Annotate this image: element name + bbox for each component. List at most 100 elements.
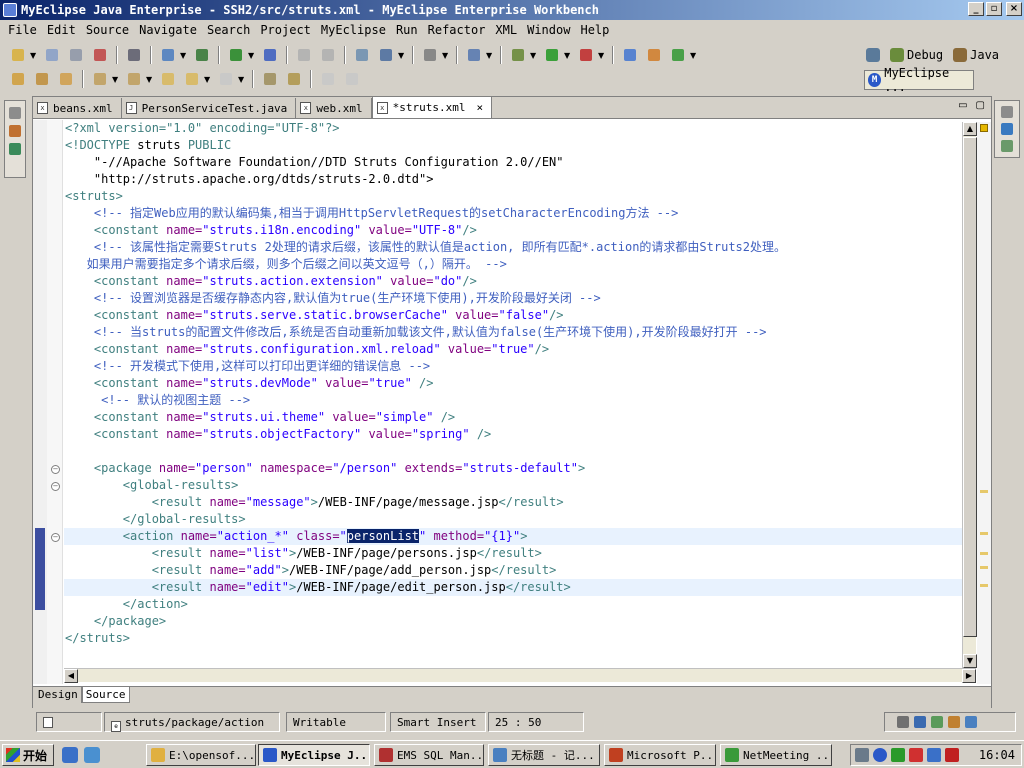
menu-source[interactable]: Source	[81, 23, 134, 37]
network-icon[interactable]	[891, 748, 905, 762]
run-external-icon[interactable]	[577, 46, 595, 64]
pin-editor-icon[interactable]	[261, 70, 279, 88]
minimize-button[interactable]: _	[968, 2, 984, 16]
fold-toggle-icon[interactable]: −	[51, 482, 60, 491]
taskbar-item-powerpoint[interactable]: Microsoft P...	[604, 744, 716, 766]
open-resource-icon[interactable]	[57, 70, 75, 88]
chevron-down-icon[interactable]: ▼	[112, 75, 118, 84]
menu-myeclipse[interactable]: MyEclipse	[316, 23, 391, 37]
open-type-icon[interactable]	[91, 46, 109, 64]
tab-design[interactable]: Design	[35, 687, 82, 703]
open-folder-icon[interactable]	[9, 70, 27, 88]
run-icon[interactable]	[543, 46, 561, 64]
chevron-down-icon[interactable]: ▼	[146, 75, 152, 84]
menu-xml[interactable]: XML	[490, 23, 522, 37]
perspective-myeclipse[interactable]: M MyEclipse ...	[864, 66, 974, 94]
perspective-java[interactable]: Java	[953, 48, 999, 62]
copy-icon[interactable]	[319, 46, 337, 64]
chevron-down-icon[interactable]: ▼	[30, 51, 36, 60]
show-desktop-icon[interactable]	[84, 747, 100, 763]
taskbar-item-netmeeting[interactable]: NetMeeting ...	[720, 744, 832, 766]
chevron-down-icon[interactable]: ▼	[238, 75, 244, 84]
run-server-icon[interactable]	[227, 46, 245, 64]
toggle-mark-icon[interactable]	[285, 70, 303, 88]
scrollbar-thumb[interactable]	[963, 137, 977, 637]
scroll-left-icon[interactable]: ◀	[64, 669, 78, 683]
chevron-down-icon[interactable]: ▼	[530, 51, 536, 60]
warning-summary-icon[interactable]	[980, 124, 988, 132]
code-lines[interactable]: <?xml version="1.0" encoding="UTF-8"?> <…	[64, 120, 962, 684]
occurrence-marker[interactable]	[980, 552, 988, 555]
chevron-down-icon[interactable]: ▼	[248, 51, 254, 60]
close-button[interactable]: ×	[1006, 2, 1022, 16]
tasks-view-icon[interactable]	[965, 716, 977, 728]
taskbar-item-myeclipse[interactable]: MyEclipse J...	[258, 744, 370, 766]
tab-beans-xml[interactable]: x beans.xml	[33, 98, 122, 118]
menu-window[interactable]: Window	[522, 23, 575, 37]
menu-run[interactable]: Run	[391, 23, 423, 37]
menu-navigate[interactable]: Navigate	[134, 23, 202, 37]
fast-view-icon[interactable]	[43, 717, 53, 728]
taskbar-item-notepad[interactable]: 无标题 - 记...	[488, 744, 600, 766]
tab-struts-xml[interactable]: x *struts.xml ×	[371, 96, 493, 118]
internet-explorer-icon[interactable]	[62, 747, 78, 763]
servers-view-icon[interactable]	[931, 716, 943, 728]
new-java-project-icon[interactable]	[621, 46, 639, 64]
open-perspective-icon[interactable]	[866, 48, 880, 62]
app-tray-icon[interactable]	[945, 748, 959, 762]
save-all-icon[interactable]	[67, 46, 85, 64]
chevron-down-icon[interactable]: ▼	[180, 51, 186, 60]
restore-icon[interactable]	[1001, 106, 1013, 118]
debug-icon[interactable]	[509, 46, 527, 64]
scroll-up-icon[interactable]: ▲	[963, 122, 977, 136]
keyboard-icon[interactable]	[855, 748, 869, 762]
menu-project[interactable]: Project	[255, 23, 316, 37]
close-tab-icon[interactable]: ×	[477, 101, 484, 114]
help-icon[interactable]	[873, 748, 887, 762]
antivirus-icon[interactable]	[909, 748, 923, 762]
tab-web-xml[interactable]: x web.xml	[296, 98, 372, 118]
menu-edit[interactable]: Edit	[42, 23, 81, 37]
new-icon[interactable]	[9, 46, 27, 64]
problems-view-icon[interactable]	[948, 716, 960, 728]
menu-refactor[interactable]: Refactor	[423, 23, 491, 37]
deploy-icon[interactable]	[193, 46, 211, 64]
chevron-down-icon[interactable]: ▼	[486, 51, 492, 60]
chevron-down-icon[interactable]: ▼	[598, 51, 604, 60]
occurrence-marker[interactable]	[980, 584, 988, 587]
chevron-down-icon[interactable]: ▼	[442, 51, 448, 60]
code-area[interactable]: − − − <?xml version="1.0" encoding="UTF-…	[33, 120, 991, 684]
volume-icon[interactable]	[927, 748, 941, 762]
chevron-down-icon[interactable]: ▼	[690, 51, 696, 60]
fold-toggle-icon[interactable]: −	[51, 465, 60, 474]
restore-icon[interactable]	[897, 716, 909, 728]
menu-search[interactable]: Search	[202, 23, 255, 37]
search-icon[interactable]	[377, 46, 395, 64]
maximize-button[interactable]: ▫	[986, 2, 1002, 16]
new-class-wizard-icon[interactable]	[669, 46, 687, 64]
tab-personservicetest-java[interactable]: J PersonServiceTest.java	[122, 98, 297, 118]
vertical-scrollbar[interactable]: ▲ ▼	[962, 122, 977, 668]
console-icon[interactable]	[421, 46, 439, 64]
perspective-debug[interactable]: Debug	[890, 48, 943, 62]
properties-icon[interactable]	[1001, 140, 1013, 152]
new-class-icon[interactable]	[353, 46, 371, 64]
chevron-down-icon[interactable]: ▼	[204, 75, 210, 84]
save-icon[interactable]	[43, 46, 61, 64]
maximize-view-icon[interactable]: ▢	[976, 100, 985, 111]
expand-icon[interactable]	[319, 70, 337, 88]
occurrence-marker[interactable]	[980, 490, 988, 493]
browser-icon[interactable]	[261, 46, 279, 64]
chevron-down-icon[interactable]: ▼	[564, 51, 570, 60]
taskbar-item-explorer[interactable]: E:\opensof...	[146, 744, 256, 766]
scroll-down-icon[interactable]: ▼	[963, 654, 977, 668]
occurrence-marker[interactable]	[980, 532, 988, 535]
console-view-icon[interactable]	[914, 716, 926, 728]
new-web-project-icon[interactable]	[159, 46, 177, 64]
occurrence-marker[interactable]	[980, 566, 988, 569]
fold-toggle-icon[interactable]: −	[51, 533, 60, 542]
start-button[interactable]: 开始	[2, 744, 54, 766]
open-task-icon[interactable]	[33, 70, 51, 88]
back-icon[interactable]	[183, 70, 201, 88]
hierarchy-icon[interactable]	[9, 143, 21, 155]
